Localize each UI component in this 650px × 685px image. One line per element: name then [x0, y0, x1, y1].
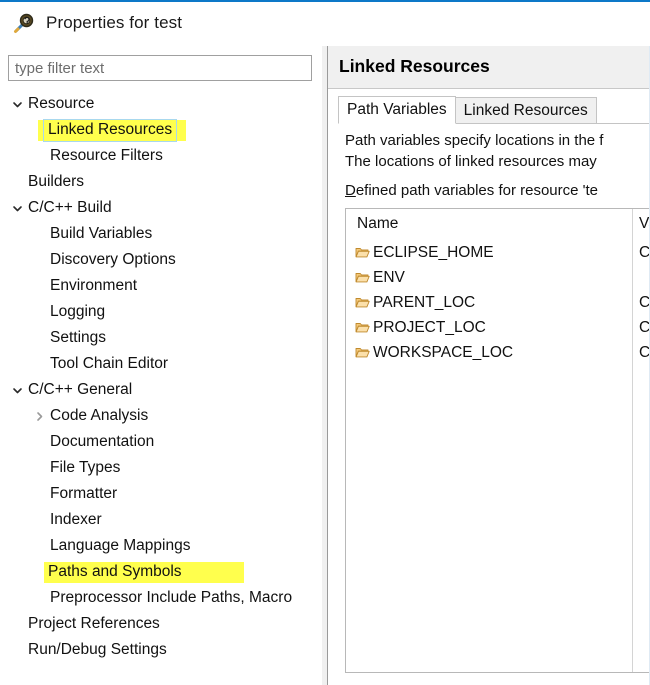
properties-magnifier-icon	[12, 11, 36, 35]
settings-tree[interactable]: Resource Linked Resources Resource Filters…	[0, 91, 316, 685]
tree-item-indexer[interactable]: Indexer	[0, 507, 316, 533]
tree-item-label: C/C++ Build	[28, 198, 112, 216]
variable-name: ECLIPSE_HOME	[373, 243, 494, 261]
tab-label: Linked Resources	[463, 101, 588, 119]
tree-item-label: Environment	[50, 276, 138, 294]
table-label-mnemonic: D	[345, 182, 356, 199]
tree-item-formatter[interactable]: Formatter	[0, 481, 316, 507]
table-row[interactable]: PROJECT_LOC	[355, 315, 486, 340]
chevron-right-icon[interactable]	[30, 411, 48, 422]
properties-dialog: Properties for test Resource Linked Resou…	[0, 0, 650, 685]
description-line-1: Path variables specify locations in the …	[345, 132, 604, 149]
table-label-rest: efined path variables for resource 'te	[355, 182, 599, 199]
tree-item-environment[interactable]: Environment	[0, 273, 316, 299]
tree-item-label: Linked Resources	[44, 119, 177, 141]
page-header: Linked Resources	[328, 46, 650, 88]
tree-item-tool-chain-editor[interactable]: Tool Chain Editor	[0, 351, 316, 377]
tree-item-label: File Types	[50, 458, 121, 476]
tree-item-label: Discovery Options	[50, 250, 176, 268]
tree-item-label: Resource Filters	[50, 146, 163, 164]
tree-item-label: Indexer	[50, 510, 102, 528]
tree-item-logging[interactable]: Logging	[0, 299, 316, 325]
path-variables-table[interactable]: Name Va ECLIPSE_HOMEC:ENVPARENT_LOCC:PRO…	[345, 208, 650, 673]
description-line-2: The locations of linked resources may	[345, 153, 597, 170]
tree-item-label: Documentation	[50, 432, 155, 450]
table-row[interactable]: ECLIPSE_HOME	[355, 240, 494, 265]
folder-icon	[355, 246, 370, 259]
dialog-title-bar: Properties for test	[0, 4, 650, 42]
settings-tree-pane: Resource Linked Resources Resource Filters…	[0, 46, 322, 685]
chevron-down-icon[interactable]	[8, 385, 26, 396]
tree-item-label: Settings	[50, 328, 107, 346]
tree-item-label: Language Mappings	[50, 536, 191, 554]
tree-item-documentation[interactable]: Documentation	[0, 429, 316, 455]
tree-item-label: Builders	[28, 172, 84, 190]
tree-item-label: Run/Debug Settings	[28, 640, 167, 658]
tab-path-variables[interactable]: Path Variables	[338, 96, 456, 124]
variable-name: PROJECT_LOC	[373, 318, 486, 336]
tree-item-highlight: Linked Resources	[38, 119, 187, 141]
folder-icon	[355, 296, 370, 309]
tab-linked-resources[interactable]: Linked Resources	[455, 97, 597, 124]
tree-item-settings[interactable]: Settings	[0, 325, 316, 351]
tree-item-c-c-build[interactable]: C/C++ Build	[0, 195, 316, 221]
tree-item-language-mappings[interactable]: Language Mappings	[0, 533, 316, 559]
page-title: Properties for test	[46, 13, 183, 32]
tab-strip: Path Variables Linked Resources	[338, 96, 597, 124]
variable-name: WORKSPACE_LOC	[373, 343, 514, 361]
header-divider	[328, 88, 650, 89]
tree-item-project-references[interactable]: Project References	[0, 611, 316, 637]
tree-item-file-types[interactable]: File Types	[0, 455, 316, 481]
chevron-down-icon[interactable]	[8, 203, 26, 214]
tree-item-label: Paths and Symbols	[44, 561, 244, 583]
tree-item-run-debug-settings[interactable]: Run/Debug Settings	[0, 637, 316, 663]
variable-name: PARENT_LOC	[373, 293, 476, 311]
tree-item-builders[interactable]: Builders	[0, 169, 316, 195]
table-row[interactable]: ENV	[355, 265, 405, 290]
folder-icon	[355, 271, 370, 284]
table-label: Defined path variables for resource 'te	[345, 182, 598, 199]
tree-item-label: Tool Chain Editor	[50, 354, 169, 372]
tree-item-build-variables[interactable]: Build Variables	[0, 221, 316, 247]
tree-item-preprocessor-include-paths-macro[interactable]: Preprocessor Include Paths, Macro	[0, 585, 316, 611]
tree-item-resource[interactable]: Resource	[0, 91, 316, 117]
chevron-down-icon[interactable]	[8, 99, 26, 110]
settings-page-pane: Linked Resources Path Variables Linked R…	[328, 46, 650, 685]
folder-icon	[355, 321, 370, 334]
tree-item-c-c-general[interactable]: C/C++ General	[0, 377, 316, 403]
tree-item-label: Resource	[28, 94, 95, 112]
column-header-name[interactable]: Name	[357, 215, 398, 233]
tree-item-label: Formatter	[50, 484, 118, 502]
column-divider[interactable]	[632, 209, 633, 672]
tree-item-paths-and-symbols[interactable]: Paths and Symbols	[0, 559, 316, 585]
folder-icon	[355, 346, 370, 359]
tree-item-label: Logging	[50, 302, 106, 320]
page-heading: Linked Resources	[339, 56, 490, 76]
tree-item-label: C/C++ General	[28, 380, 133, 398]
table-row[interactable]: PARENT_LOC	[355, 290, 475, 315]
tree-item-label: Preprocessor Include Paths, Macro	[50, 588, 293, 606]
table-row[interactable]: WORKSPACE_LOC	[355, 340, 513, 365]
tree-item-label: Build Variables	[50, 224, 153, 242]
tree-item-code-analysis[interactable]: Code Analysis	[0, 403, 316, 429]
tab-label: Path Variables	[347, 101, 447, 118]
tree-item-discovery-options[interactable]: Discovery Options	[0, 247, 316, 273]
tree-item-resource-filters[interactable]: Resource Filters	[0, 143, 316, 169]
tree-item-label: Project References	[28, 614, 160, 632]
variable-name: ENV	[373, 268, 405, 286]
tree-item-linked-resources[interactable]: Linked Resources	[0, 117, 316, 143]
filter-input[interactable]	[8, 55, 312, 81]
tree-item-label: Code Analysis	[50, 406, 149, 424]
